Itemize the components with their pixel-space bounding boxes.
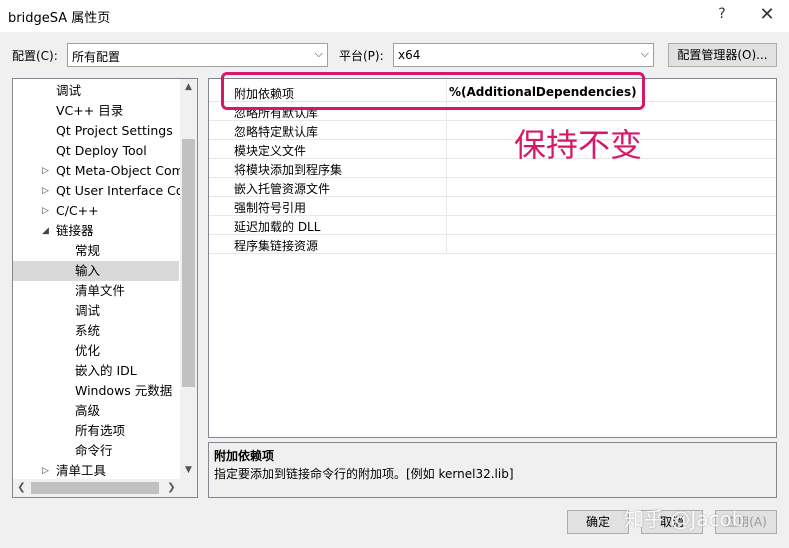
close-button[interactable]: ✕	[758, 4, 776, 25]
scroll-right-icon[interactable]: ❯	[163, 479, 180, 497]
property-row[interactable]: 模块定义文件	[209, 140, 776, 159]
tree-item[interactable]: 系统	[13, 321, 179, 341]
tree-item-label: 清单工具	[56, 463, 107, 478]
tree-item-label: 调试	[56, 83, 82, 98]
platform-combo[interactable]: x64 ⌵	[393, 43, 654, 67]
title-bar: bridgeSA 属性页 ? ✕	[0, 0, 789, 32]
tree-item[interactable]: 常规	[13, 241, 179, 261]
window-title: bridgeSA 属性页	[8, 11, 111, 26]
scroll-up-icon[interactable]: ▲	[180, 79, 197, 96]
platform-label: 平台(P):	[339, 49, 384, 63]
description-text: 指定要添加到链接命令行的附加项。[例如 kernel32.lib]	[214, 467, 514, 481]
watermark: 知乎 @Jacob	[624, 507, 745, 531]
property-row[interactable]: 程序集链接资源	[209, 235, 776, 254]
platform-value: x64	[398, 48, 421, 62]
tree-item[interactable]: Qt Deploy Tool	[13, 141, 179, 161]
scroll-down-icon[interactable]: ▼	[180, 462, 197, 479]
tree-horizontal-scrollbar[interactable]: ❮ ❯	[13, 479, 197, 497]
property-name: 延迟加载的 DLL	[234, 220, 321, 234]
tree-vertical-scrollbar[interactable]: ▲ ▼	[180, 79, 197, 479]
property-name: 程序集链接资源	[234, 239, 319, 253]
tree-item[interactable]: 嵌入的 IDL	[13, 361, 179, 381]
property-row[interactable]: 嵌入托管资源文件	[209, 178, 776, 197]
expand-icon[interactable]: ▷	[42, 181, 49, 201]
property-row[interactable]: 将模块添加到程序集	[209, 159, 776, 178]
chevron-down-icon: ⌵	[640, 47, 649, 60]
tree-item-label: 清单文件	[75, 283, 126, 298]
tree-item[interactable]: VC++ 目录	[13, 101, 179, 121]
annotation-text: 保持不变	[514, 126, 643, 164]
config-manager-button[interactable]: 配置管理器(O)...	[668, 43, 777, 67]
chevron-down-icon: ⌵	[314, 47, 323, 60]
tree-item[interactable]: 调试	[13, 301, 179, 321]
tree-item[interactable]: 优化	[13, 341, 179, 361]
collapse-icon[interactable]: ◢	[42, 221, 49, 241]
tree-item-label: Qt Project Settings	[56, 123, 173, 138]
tree-item-label: 输入	[75, 263, 101, 278]
tree-item-label: Windows 元数据	[75, 383, 173, 398]
property-grid: 附加依赖项 %(AdditionalDependencies) 忽略所有默认库 忽略特…	[208, 78, 777, 438]
tree-item[interactable]: Windows 元数据	[13, 381, 179, 401]
tree-item-label: Qt User Interface Co	[56, 183, 184, 198]
tree-item-label: 高级	[75, 403, 101, 418]
tree-item[interactable]: ▷ Qt Meta-Object Com	[13, 161, 184, 181]
property-name: 模块定义文件	[234, 144, 307, 158]
property-row[interactable]: 强制符号引用	[209, 197, 776, 216]
tree-item[interactable]: 高级	[13, 401, 179, 421]
expand-icon[interactable]: ▷	[42, 201, 49, 221]
tree-item-label: C/C++	[56, 203, 99, 218]
tree-item-label: 系统	[75, 323, 101, 338]
property-row[interactable]: 延迟加载的 DLL	[209, 216, 776, 235]
expand-icon[interactable]: ▷	[42, 161, 49, 181]
config-label: 配置(C):	[12, 49, 58, 63]
property-name: 忽略特定默认库	[234, 125, 319, 139]
property-row[interactable]: 忽略特定默认库	[209, 121, 776, 140]
tree-item[interactable]: 清单文件	[13, 281, 179, 301]
property-name: 强制符号引用	[234, 201, 307, 215]
tree-item-label: 链接器	[56, 223, 94, 238]
tree-item-label: 常规	[75, 243, 101, 258]
tree-item-label: 所有选项	[75, 423, 126, 438]
tree-item[interactable]: 命令行	[13, 441, 179, 461]
tree-item[interactable]: Qt Project Settings	[13, 121, 179, 141]
tree-item-label: 调试	[75, 303, 101, 318]
scroll-thumb[interactable]	[31, 482, 159, 494]
tree-item-label: Qt Meta-Object Com	[56, 163, 184, 178]
tree-item[interactable]: 调试	[13, 81, 179, 101]
property-name: 嵌入托管资源文件	[234, 182, 331, 196]
help-button[interactable]: ?	[715, 6, 729, 22]
category-tree[interactable]: 调试 VC++ 目录 Qt Project Settings Qt Deploy To…	[12, 78, 198, 498]
property-name: 将模块添加到程序集	[234, 163, 343, 177]
scroll-left-icon[interactable]: ❮	[13, 479, 30, 497]
description-panel: 附加依赖项 指定要添加到链接命令行的附加项。[例如 kernel32.lib]	[208, 442, 777, 498]
scroll-thumb[interactable]	[182, 139, 195, 387]
tree-item-label: 嵌入的 IDL	[75, 363, 137, 378]
tree-item-label: Qt Deploy Tool	[56, 143, 147, 158]
description-title: 附加依赖项	[214, 449, 275, 463]
tree-item[interactable]: ▷ Qt User Interface Co	[13, 181, 184, 201]
tree-item[interactable]: ◢ 链接器	[13, 221, 179, 241]
ok-button[interactable]: 确定	[567, 510, 629, 534]
highlight-box	[221, 72, 645, 110]
config-value: 所有配置	[72, 50, 121, 64]
tree-item-label: 优化	[75, 343, 101, 358]
tree-item[interactable]: ▷ 清单工具	[13, 461, 179, 481]
tree-item[interactable]: ▷ C/C++	[13, 201, 179, 221]
expand-icon[interactable]: ▷	[42, 461, 49, 481]
tree-item-label: 命令行	[75, 443, 113, 458]
tree-item-label: VC++ 目录	[56, 103, 124, 118]
tree-item[interactable]: 所有选项	[13, 421, 179, 441]
config-combo[interactable]: 所有配置 ⌵	[67, 43, 328, 67]
tree-item[interactable]: 输入	[13, 261, 179, 281]
